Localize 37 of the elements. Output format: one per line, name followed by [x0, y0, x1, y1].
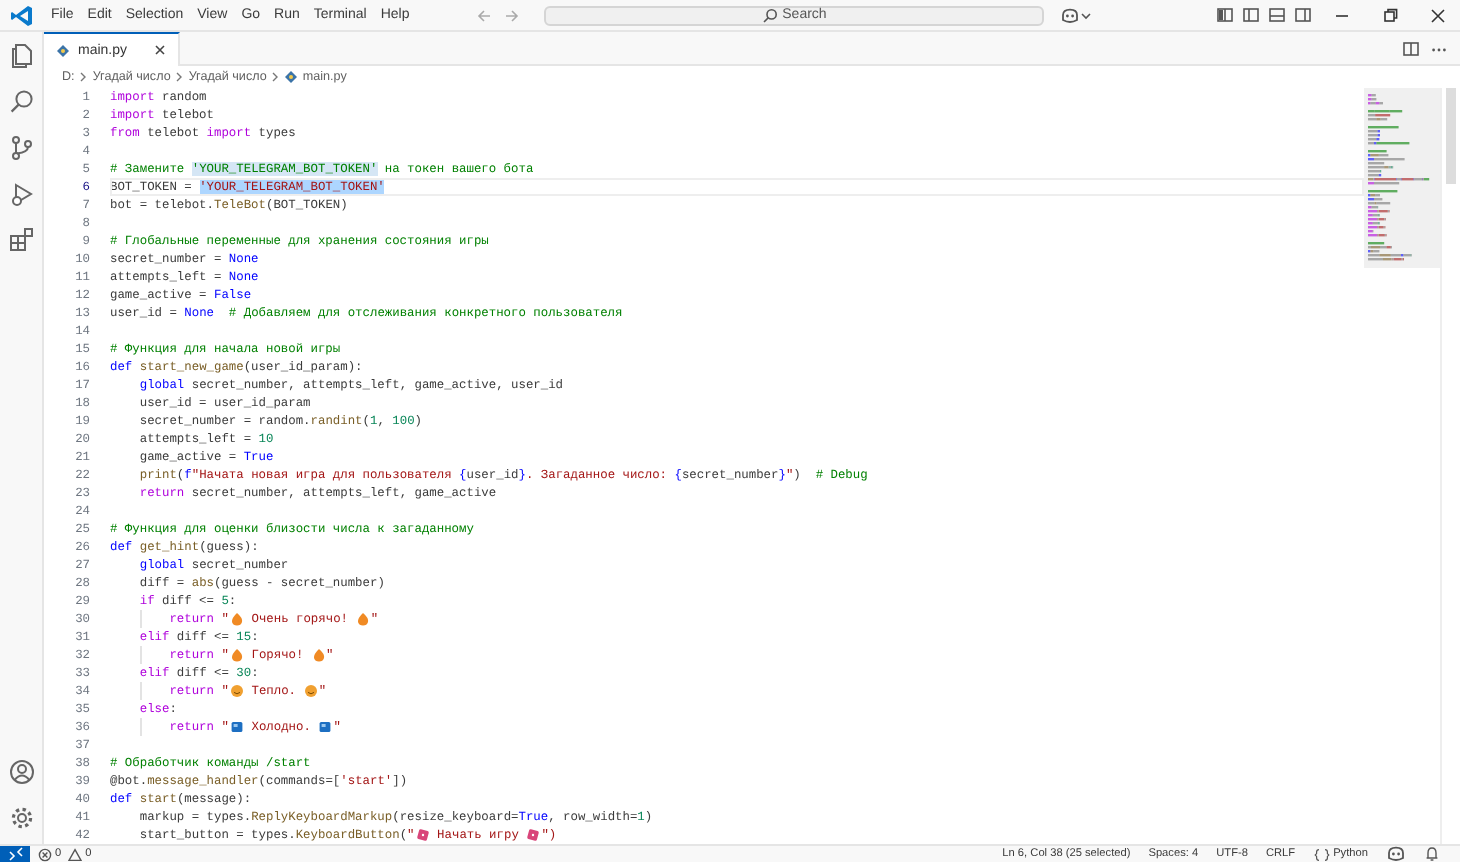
- ice-cube-icon: [229, 720, 244, 734]
- python-file-icon: [56, 43, 70, 57]
- layout-icon[interactable]: [1294, 6, 1312, 24]
- search-icon[interactable]: [7, 88, 35, 116]
- split-editor-icon[interactable]: [1402, 39, 1420, 57]
- chevron-icon: [174, 70, 185, 84]
- braces-icon: [1313, 847, 1330, 861]
- chevron-icon: [270, 70, 281, 84]
- flame-icon: [311, 648, 326, 662]
- branch-icon[interactable]: [7, 134, 35, 162]
- flame-icon: [356, 612, 371, 626]
- ice-cube-icon: [318, 720, 333, 734]
- search-icon: [762, 7, 779, 23]
- close-icon[interactable]: [151, 42, 168, 58]
- layout-icon[interactable]: [1268, 6, 1286, 24]
- robot-icon[interactable]: [1386, 846, 1406, 862]
- run-debug-icon[interactable]: [7, 180, 35, 208]
- smiley-icon: [229, 684, 244, 698]
- app-logo-icon: [10, 3, 34, 27]
- caret-icon[interactable]: [1080, 9, 1093, 21]
- restore-icon[interactable]: [1380, 5, 1400, 25]
- error-icon: [38, 847, 52, 861]
- flame-icon: [229, 648, 244, 662]
- extensions-icon[interactable]: [7, 226, 35, 254]
- smiley-icon: [304, 684, 319, 698]
- flame-icon: [229, 612, 244, 626]
- files-icon[interactable]: [7, 42, 35, 70]
- scrollbar[interactable]: [1440, 88, 1460, 844]
- robot-icon[interactable]: [1060, 7, 1081, 23]
- python-file-icon: [284, 70, 299, 84]
- layout-icon[interactable]: [1216, 6, 1234, 24]
- close-icon[interactable]: [1428, 5, 1448, 25]
- chevron-icon: [78, 70, 89, 84]
- layout-icon[interactable]: [1242, 6, 1260, 24]
- warning-icon: [68, 847, 83, 861]
- remote-button[interactable]: [0, 846, 30, 862]
- bell-icon[interactable]: [1424, 846, 1440, 862]
